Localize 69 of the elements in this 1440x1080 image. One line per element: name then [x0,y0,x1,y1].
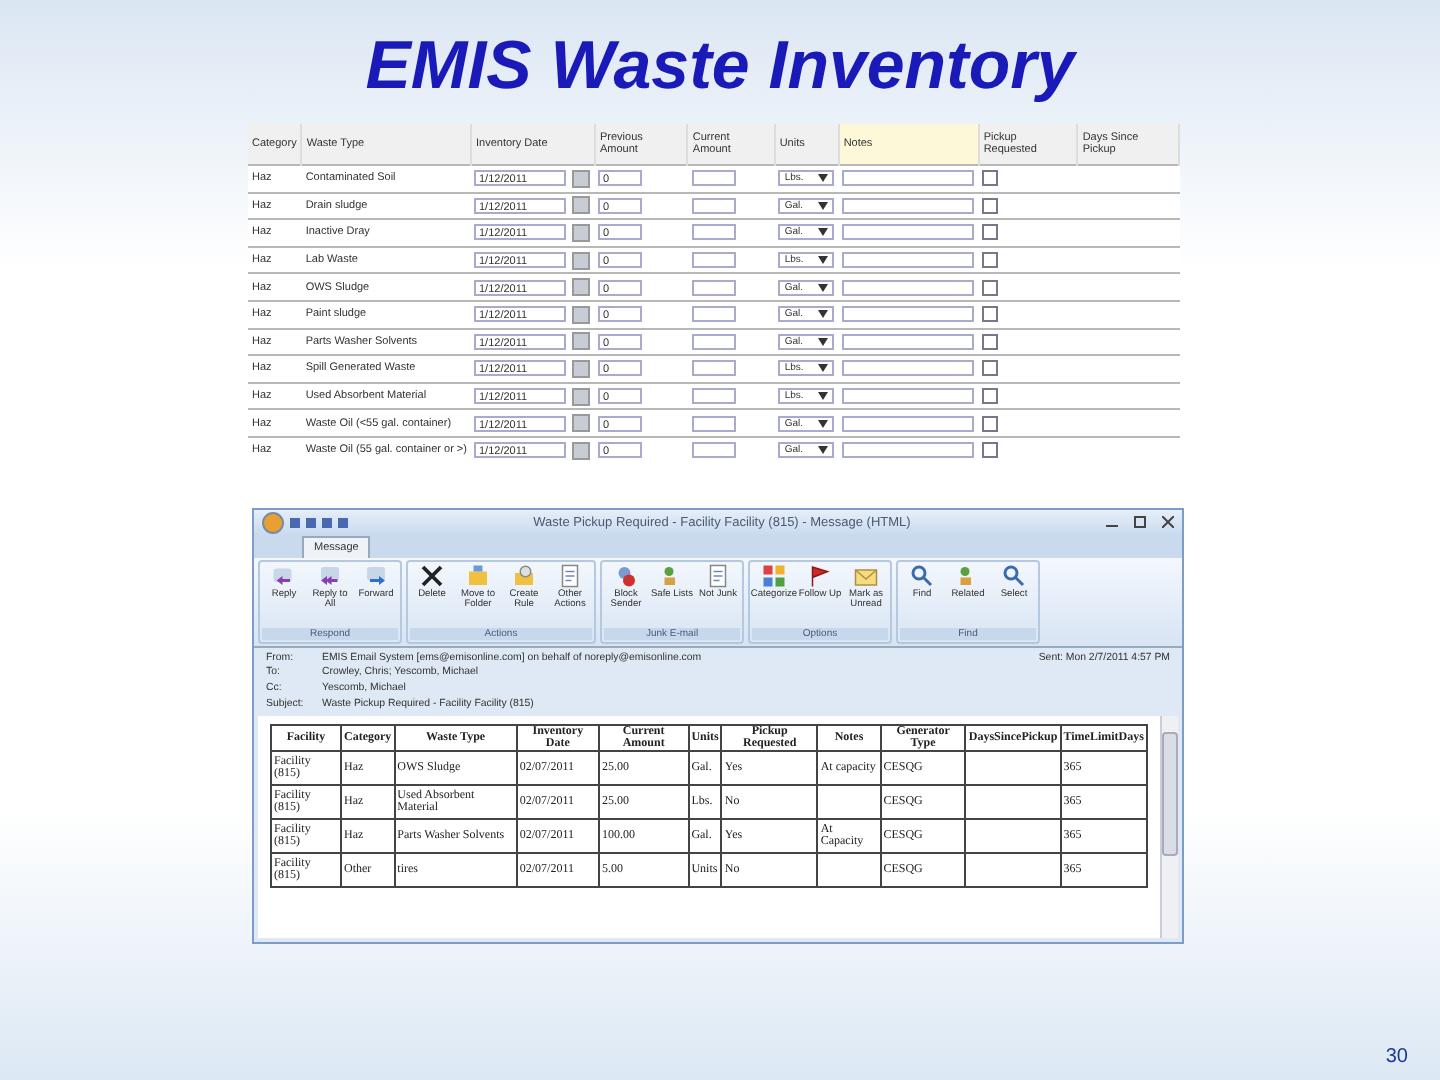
amount-field[interactable] [691,170,736,187]
envelope-icon [854,563,878,588]
pickup-checkbox[interactable] [982,333,999,350]
pickup-checkbox[interactable] [982,388,999,405]
notes-field[interactable] [842,224,975,241]
slide-title: EMIS Waste Inventory [365,28,1075,108]
table-cell [817,785,881,820]
caret-icon [818,283,829,292]
pickup-checkbox[interactable] [982,252,999,269]
caret-icon [818,201,829,210]
notes-field[interactable] [842,279,975,296]
caret-icon [818,256,829,265]
amount-field[interactable] [691,388,736,405]
notes-field[interactable] [842,333,975,350]
close-icon[interactable] [1162,516,1174,529]
folder-icon [512,563,536,588]
amount-field[interactable] [691,306,736,323]
amount-field[interactable] [691,442,736,459]
pickup-checkbox[interactable] [982,442,999,459]
pickup-checkbox[interactable] [982,360,999,377]
amount-field[interactable] [691,224,736,241]
table-cell [965,785,1061,820]
pickup-checkbox[interactable] [982,306,999,323]
document-icon [558,563,582,588]
maximize-icon[interactable] [1134,516,1146,529]
amount-field[interactable] [691,252,736,269]
amount-field[interactable] [691,279,736,296]
person-icon [614,563,638,588]
search-icon [1002,563,1026,588]
notes-field[interactable] [842,415,975,432]
envelope-arrow-icon [364,563,388,588]
color-squares-icon [762,563,786,588]
x-icon [420,563,444,588]
table-cell [965,751,1061,786]
caret-icon [818,392,829,401]
pickup-checkbox[interactable] [982,224,999,241]
caret-icon [818,228,829,237]
pickup-checkbox[interactable] [982,197,999,214]
search-icon [910,563,934,588]
table-cell [817,853,881,888]
caret-icon [818,174,829,183]
notes-field[interactable] [842,360,975,377]
notes-field[interactable] [842,252,975,269]
caret-icon [818,446,829,455]
notes-field[interactable] [842,388,975,405]
amount-field[interactable] [691,360,736,377]
caret-icon [818,419,829,428]
caret-icon [818,337,829,346]
caret-icon [818,310,829,319]
pickup-checkbox[interactable] [982,170,999,187]
amount-field[interactable] [691,197,736,214]
page-number: 30 [1385,1046,1408,1068]
scrollbar-thumb[interactable] [1162,731,1178,856]
table-cell [965,819,1061,854]
document-icon [706,563,730,588]
office-orb-icon[interactable] [262,511,284,534]
envelope-arrow-icon [318,563,342,588]
notes-field[interactable] [842,197,975,214]
amount-field[interactable] [691,333,736,350]
pickup-checkbox[interactable] [982,415,999,432]
table-cell [965,853,1061,888]
notes-field[interactable] [842,306,975,323]
pickup-checkbox[interactable] [982,279,999,296]
amount-field[interactable] [691,415,736,432]
folder-icon [466,563,490,588]
notes-field[interactable] [842,170,975,187]
caret-icon [818,364,829,373]
notes-field[interactable] [842,442,975,459]
flag-icon [808,563,832,588]
